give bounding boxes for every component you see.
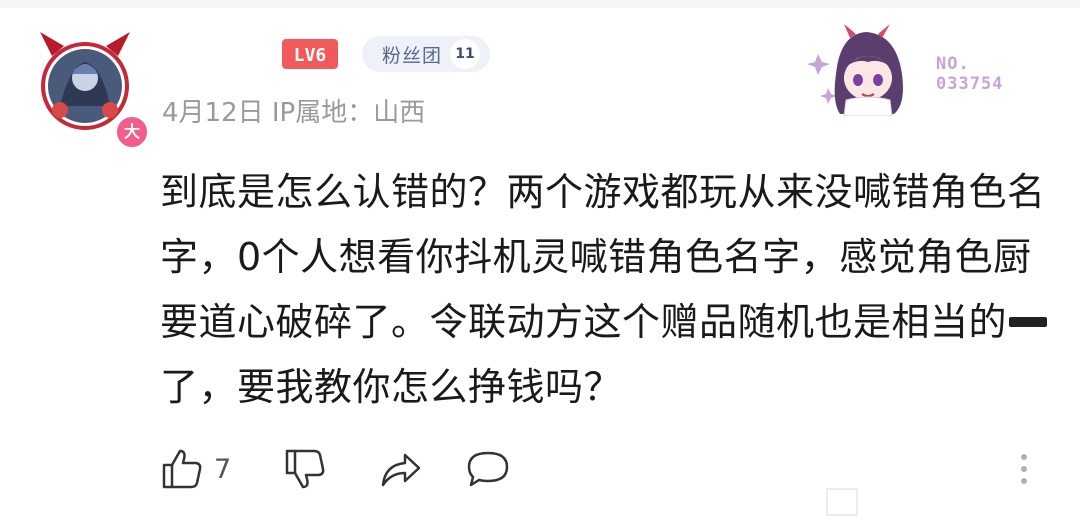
decoration-number: NO. 033754 xyxy=(936,54,1003,94)
user-avatar[interactable]: 大 xyxy=(30,26,150,150)
avatar-badge: 大 xyxy=(114,114,150,150)
share-button[interactable] xyxy=(379,447,423,491)
fan-club-level: 11 xyxy=(450,39,481,69)
comment-meta: 4月12日 IP属地：山西 xyxy=(162,98,426,128)
more-dot-icon xyxy=(1021,454,1027,460)
more-dot-icon xyxy=(1021,478,1027,484)
like-button[interactable]: 7 xyxy=(160,447,231,491)
decoration-character-icon xyxy=(807,24,903,116)
thumbs-down-icon xyxy=(285,449,325,489)
more-options-button[interactable] xyxy=(1014,450,1034,488)
fan-club-badge[interactable]: 粉丝团 11 xyxy=(362,36,490,72)
fan-club-label: 粉丝团 xyxy=(382,44,443,67)
comment-text: 到底是怎么认错的？两个游戏都玩从来没喊错角色名字，0个人想看你抖机灵喊错角色名字… xyxy=(160,160,1060,420)
svg-text:LV6: LV6 xyxy=(294,45,327,66)
decoration-number-line2: 033754 xyxy=(936,74,1004,94)
share-icon xyxy=(381,453,421,487)
censor-bar xyxy=(1009,316,1048,327)
level-badge-icon: LV6 xyxy=(282,39,338,69)
reply-button[interactable] xyxy=(465,447,511,491)
thumbs-up-icon xyxy=(162,449,202,489)
comment-bubble-icon xyxy=(467,451,509,487)
action-bar: 7 xyxy=(160,446,511,492)
comment-text-part1: 到底是怎么认错的？两个游戏都玩从来没喊错角色名字，0个人想看你抖机灵喊错角色名字… xyxy=(160,170,1046,344)
comment-text-part2: 了，要我教你怎么挣钱吗？ xyxy=(160,365,623,409)
dislike-button[interactable] xyxy=(283,447,327,491)
decoration-number-line1: NO. xyxy=(936,54,970,74)
watermark-icon xyxy=(826,488,858,516)
more-dot-icon xyxy=(1021,466,1027,472)
top-divider xyxy=(0,0,1080,8)
like-count: 7 xyxy=(214,453,232,485)
